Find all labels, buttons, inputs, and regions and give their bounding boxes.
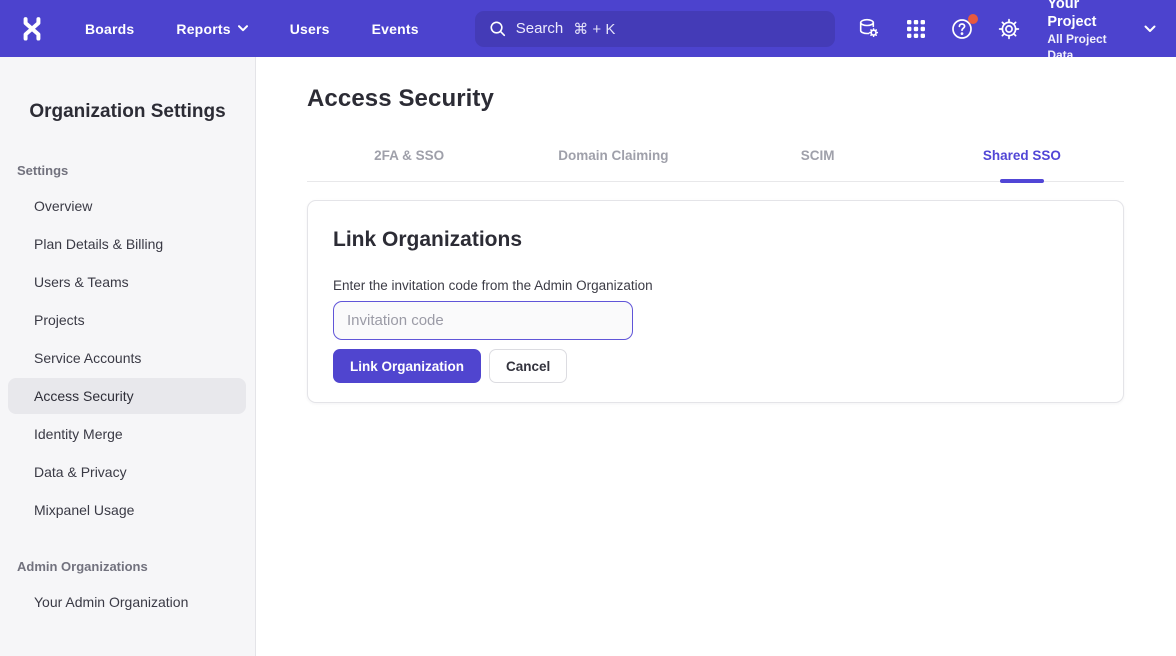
help-icon[interactable] bbox=[950, 16, 975, 42]
tab-label: SCIM bbox=[801, 148, 835, 163]
sidebar-item-access-security[interactable]: Access Security bbox=[8, 378, 246, 414]
nav-item-events[interactable]: Events bbox=[372, 21, 419, 37]
sidebar-admin-orgs-list: Your Admin Organization bbox=[0, 584, 255, 620]
link-organizations-card: Link Organizations Enter the invitation … bbox=[307, 200, 1124, 403]
search-shortcut: ⌘ + K bbox=[573, 20, 615, 38]
sidebar-item-users-teams[interactable]: Users & Teams bbox=[8, 264, 246, 300]
sidebar-title: Organization Settings bbox=[0, 101, 255, 123]
project-name: Your Project bbox=[1047, 0, 1130, 31]
page-title: Access Security bbox=[307, 85, 1124, 113]
nav-item-label: Users bbox=[290, 21, 330, 37]
settings-gear-icon[interactable] bbox=[997, 16, 1022, 42]
search-icon bbox=[489, 20, 506, 37]
nav-item-label: Reports bbox=[176, 21, 230, 37]
sidebar-item-mixpanel-usage[interactable]: Mixpanel Usage bbox=[8, 492, 246, 528]
nav-item-boards[interactable]: Boards bbox=[85, 21, 134, 37]
notification-dot bbox=[968, 14, 978, 24]
tab-shared-sso[interactable]: Shared SSO bbox=[920, 148, 1124, 181]
invitation-code-label: Enter the invitation code from the Admin… bbox=[333, 278, 1098, 293]
org-settings-sidebar: Organization Settings Settings Overview … bbox=[0, 57, 256, 656]
project-scope: All Project Data bbox=[1047, 31, 1130, 63]
sidebar-item-data-privacy[interactable]: Data & Privacy bbox=[8, 454, 246, 490]
global-search-input[interactable]: Search ⌘ + K bbox=[475, 11, 835, 47]
sidebar-item-projects[interactable]: Projects bbox=[8, 302, 246, 338]
apps-grid-icon[interactable] bbox=[903, 16, 928, 42]
sidebar-item-service-accounts[interactable]: Service Accounts bbox=[8, 340, 246, 376]
tab-scim[interactable]: SCIM bbox=[716, 148, 920, 181]
card-title: Link Organizations bbox=[333, 228, 1098, 252]
nav-item-reports[interactable]: Reports bbox=[176, 21, 247, 37]
search-label: Search bbox=[516, 20, 564, 37]
tab-bar: 2FA & SSO Domain Claiming SCIM Shared SS… bbox=[307, 148, 1124, 182]
sidebar-settings-list: Overview Plan Details & Billing Users & … bbox=[0, 188, 255, 528]
sidebar-section-admin-orgs-label: Admin Organizations bbox=[17, 559, 255, 574]
nav-item-users[interactable]: Users bbox=[290, 21, 330, 37]
tab-label: 2FA & SSO bbox=[374, 148, 444, 163]
tab-2fa-sso[interactable]: 2FA & SSO bbox=[307, 148, 511, 181]
mixpanel-logo-icon[interactable] bbox=[18, 14, 47, 44]
invitation-code-input[interactable] bbox=[333, 301, 633, 340]
chevron-down-icon bbox=[238, 25, 248, 32]
chevron-down-icon bbox=[1144, 25, 1156, 33]
link-organization-button[interactable]: Link Organization bbox=[333, 349, 481, 383]
sidebar-item-identity-merge[interactable]: Identity Merge bbox=[8, 416, 246, 452]
tab-label: Shared SSO bbox=[983, 148, 1061, 163]
nav-item-label: Boards bbox=[85, 21, 134, 37]
tab-domain-claiming[interactable]: Domain Claiming bbox=[511, 148, 715, 181]
tab-label: Domain Claiming bbox=[558, 148, 668, 163]
cancel-button[interactable]: Cancel bbox=[489, 349, 567, 383]
primary-nav: Boards Reports Users Events bbox=[85, 21, 419, 37]
sidebar-item-plan-details-billing[interactable]: Plan Details & Billing bbox=[8, 226, 246, 262]
main-content: Access Security 2FA & SSO Domain Claimin… bbox=[256, 57, 1176, 656]
topbar-right: Your Project All Project Data bbox=[835, 0, 1156, 63]
card-actions: Link Organization Cancel bbox=[333, 349, 1098, 383]
sidebar-section-settings-label: Settings bbox=[17, 163, 255, 178]
data-management-icon[interactable] bbox=[857, 16, 882, 42]
project-switcher[interactable]: Your Project All Project Data bbox=[1047, 0, 1156, 63]
topbar: Boards Reports Users Events Search ⌘ + K bbox=[0, 0, 1176, 57]
nav-item-label: Events bbox=[372, 21, 419, 37]
sidebar-item-overview[interactable]: Overview bbox=[8, 188, 246, 224]
sidebar-item-your-admin-organization[interactable]: Your Admin Organization bbox=[8, 584, 246, 620]
active-tab-underline bbox=[1000, 179, 1044, 183]
